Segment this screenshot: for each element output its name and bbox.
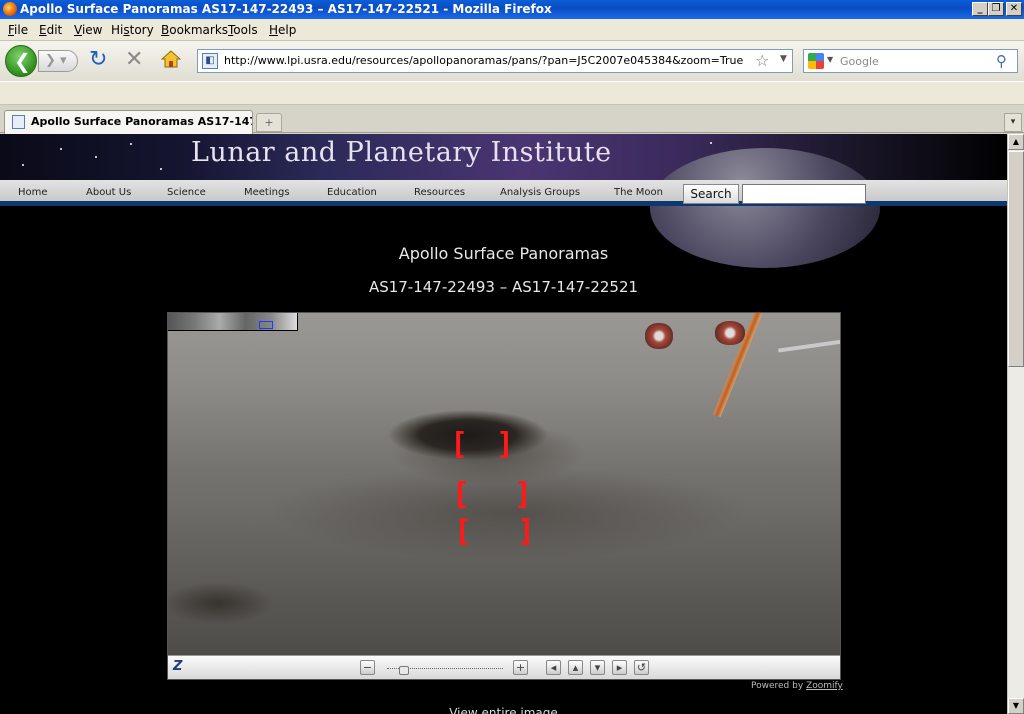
scroll-up-button[interactable]: ▲: [1008, 134, 1024, 150]
reload-icon[interactable]: ↻: [89, 49, 107, 71]
annotation-bracket-left: [: [452, 477, 471, 512]
zoomify-viewer[interactable]: [ ] [ ] [ ] Z − + ◂ ▴ ▾ ▸ ↺: [167, 312, 841, 680]
annotation-bracket-right: ]: [496, 427, 515, 462]
zoomify-toolbar: Z − + ◂ ▴ ▾ ▸ ↺: [168, 655, 840, 679]
stop-icon[interactable]: ✕: [125, 47, 143, 72]
bookmarks-toolbar: [0, 81, 1024, 105]
pan-left-button[interactable]: ◂: [546, 660, 561, 675]
rover-wheel: [645, 323, 673, 349]
search-magnifier-icon[interactable]: ⚲: [996, 52, 1007, 70]
zoom-slider-thumb[interactable]: [399, 666, 409, 675]
annotation-bracket-right: ]: [514, 477, 533, 512]
nav-home[interactable]: Home: [18, 187, 48, 198]
nav-analysis-groups[interactable]: Analysis Groups: [500, 187, 580, 198]
home-icon[interactable]: [161, 49, 181, 69]
back-button[interactable]: ❮: [5, 45, 37, 77]
tab-favicon-icon: [12, 115, 25, 129]
nav-meetings[interactable]: Meetings: [244, 187, 290, 198]
rover-wheel: [715, 321, 745, 345]
annotation-bracket-left: [: [454, 514, 473, 549]
lander-strut: [778, 337, 840, 353]
pan-right-button[interactable]: ▸: [612, 660, 627, 675]
nav-resources[interactable]: Resources: [414, 187, 465, 198]
zoom-out-button[interactable]: −: [360, 660, 375, 675]
navigator-viewport-frame[interactable]: [259, 321, 273, 329]
navigation-toolbar: ❯ ▾ ❮ ↻ ✕ ◧ http://www.lpi.usra.edu/reso…: [0, 41, 1024, 81]
lpi-banner: Lunar and Planetary Institute: [0, 134, 1007, 268]
lpi-search-button[interactable]: Search: [683, 184, 739, 204]
lpi-navigation: Home About Us Science Meetings Education…: [0, 180, 1007, 206]
vertical-scrollbar[interactable]: ▲ ▼: [1007, 134, 1024, 714]
tab-label: Apollo Surface Panoramas AS17-147...: [31, 115, 253, 128]
maximize-button[interactable]: ❐: [988, 2, 1004, 16]
powered-by: Powered by Zoomify: [751, 681, 843, 691]
banner-title[interactable]: Lunar and Planetary Institute: [191, 137, 612, 168]
window-title: Apollo Surface Panoramas AS17-147-22493 …: [20, 2, 552, 16]
menu-view[interactable]: View: [74, 23, 102, 37]
minimize-button[interactable]: _: [972, 2, 988, 16]
menu-bar: File Edit View History Bookmarks Tools H…: [0, 19, 1024, 41]
page-title: Apollo Surface Panoramas: [398, 244, 609, 263]
powered-by-label: Powered by: [751, 681, 804, 691]
menu-file[interactable]: File: [8, 23, 28, 37]
lunar-surface-image[interactable]: [ ] [ ] [ ]: [168, 313, 840, 655]
bookmark-star-icon[interactable]: ☆: [755, 51, 769, 70]
nav-about-us[interactable]: About Us: [86, 187, 131, 198]
forward-button[interactable]: ❯ ▾: [38, 50, 78, 72]
google-engine-icon[interactable]: [808, 53, 824, 69]
scroll-down-button[interactable]: ▼: [1008, 698, 1024, 714]
lpi-search-input[interactable]: [742, 184, 866, 204]
nav-science[interactable]: Science: [167, 187, 206, 198]
scroll-thumb[interactable]: [1008, 151, 1024, 367]
search-placeholder[interactable]: Google: [840, 55, 879, 68]
navigator-thumbnail[interactable]: [168, 313, 298, 331]
close-window-button[interactable]: ✕: [1006, 2, 1022, 16]
nav-education[interactable]: Education: [327, 187, 377, 198]
menu-edit[interactable]: Edit: [39, 23, 62, 37]
url-text[interactable]: http://www.lpi.usra.edu/resources/apollo…: [224, 54, 743, 67]
zoomify-logo-icon[interactable]: Z: [173, 659, 182, 674]
firefox-logo-icon: [3, 2, 17, 16]
url-dropdown-icon[interactable]: ▼: [780, 54, 787, 64]
window-title-bar[interactable]: Apollo Surface Panoramas AS17-147-22493 …: [0, 0, 1024, 19]
menu-bookmarks[interactable]: Bookmarks: [161, 23, 228, 37]
view-entire-image-link[interactable]: View entire image: [0, 706, 1007, 714]
tab-active[interactable]: Apollo Surface Panoramas AS17-147...: [4, 110, 253, 134]
zoom-in-button[interactable]: +: [513, 660, 528, 675]
annotation-bracket-left: [: [450, 427, 469, 462]
tab-list-button[interactable]: ▾: [1004, 113, 1022, 132]
url-bar[interactable]: ◧ http://www.lpi.usra.edu/resources/apol…: [197, 49, 793, 73]
site-identity-icon[interactable]: ◧: [202, 53, 218, 69]
menu-help[interactable]: Help: [269, 23, 296, 37]
page-content: Lunar and Planetary Institute Home About…: [0, 134, 1007, 714]
new-tab-button[interactable]: +: [256, 113, 282, 132]
page-subtitle: AS17-147-22493 – AS17-147-22521: [368, 278, 639, 296]
pan-down-button[interactable]: ▾: [590, 660, 605, 675]
back-arrow-icon: ❮: [14, 49, 31, 73]
nav-the-moon[interactable]: The Moon: [614, 187, 663, 198]
menu-history[interactable]: History: [111, 23, 154, 37]
engine-dropdown-icon[interactable]: ▼: [827, 55, 833, 64]
pan-up-button[interactable]: ▴: [568, 660, 583, 675]
reset-view-button[interactable]: ↺: [634, 660, 649, 675]
search-box[interactable]: ▼ Google ⚲: [803, 49, 1018, 73]
zoomify-link[interactable]: Zoomify: [806, 681, 843, 691]
tab-strip: Apollo Surface Panoramas AS17-147... + ▾: [0, 105, 1024, 134]
annotation-bracket-right: ]: [517, 514, 536, 549]
menu-tools[interactable]: Tools: [228, 23, 258, 37]
